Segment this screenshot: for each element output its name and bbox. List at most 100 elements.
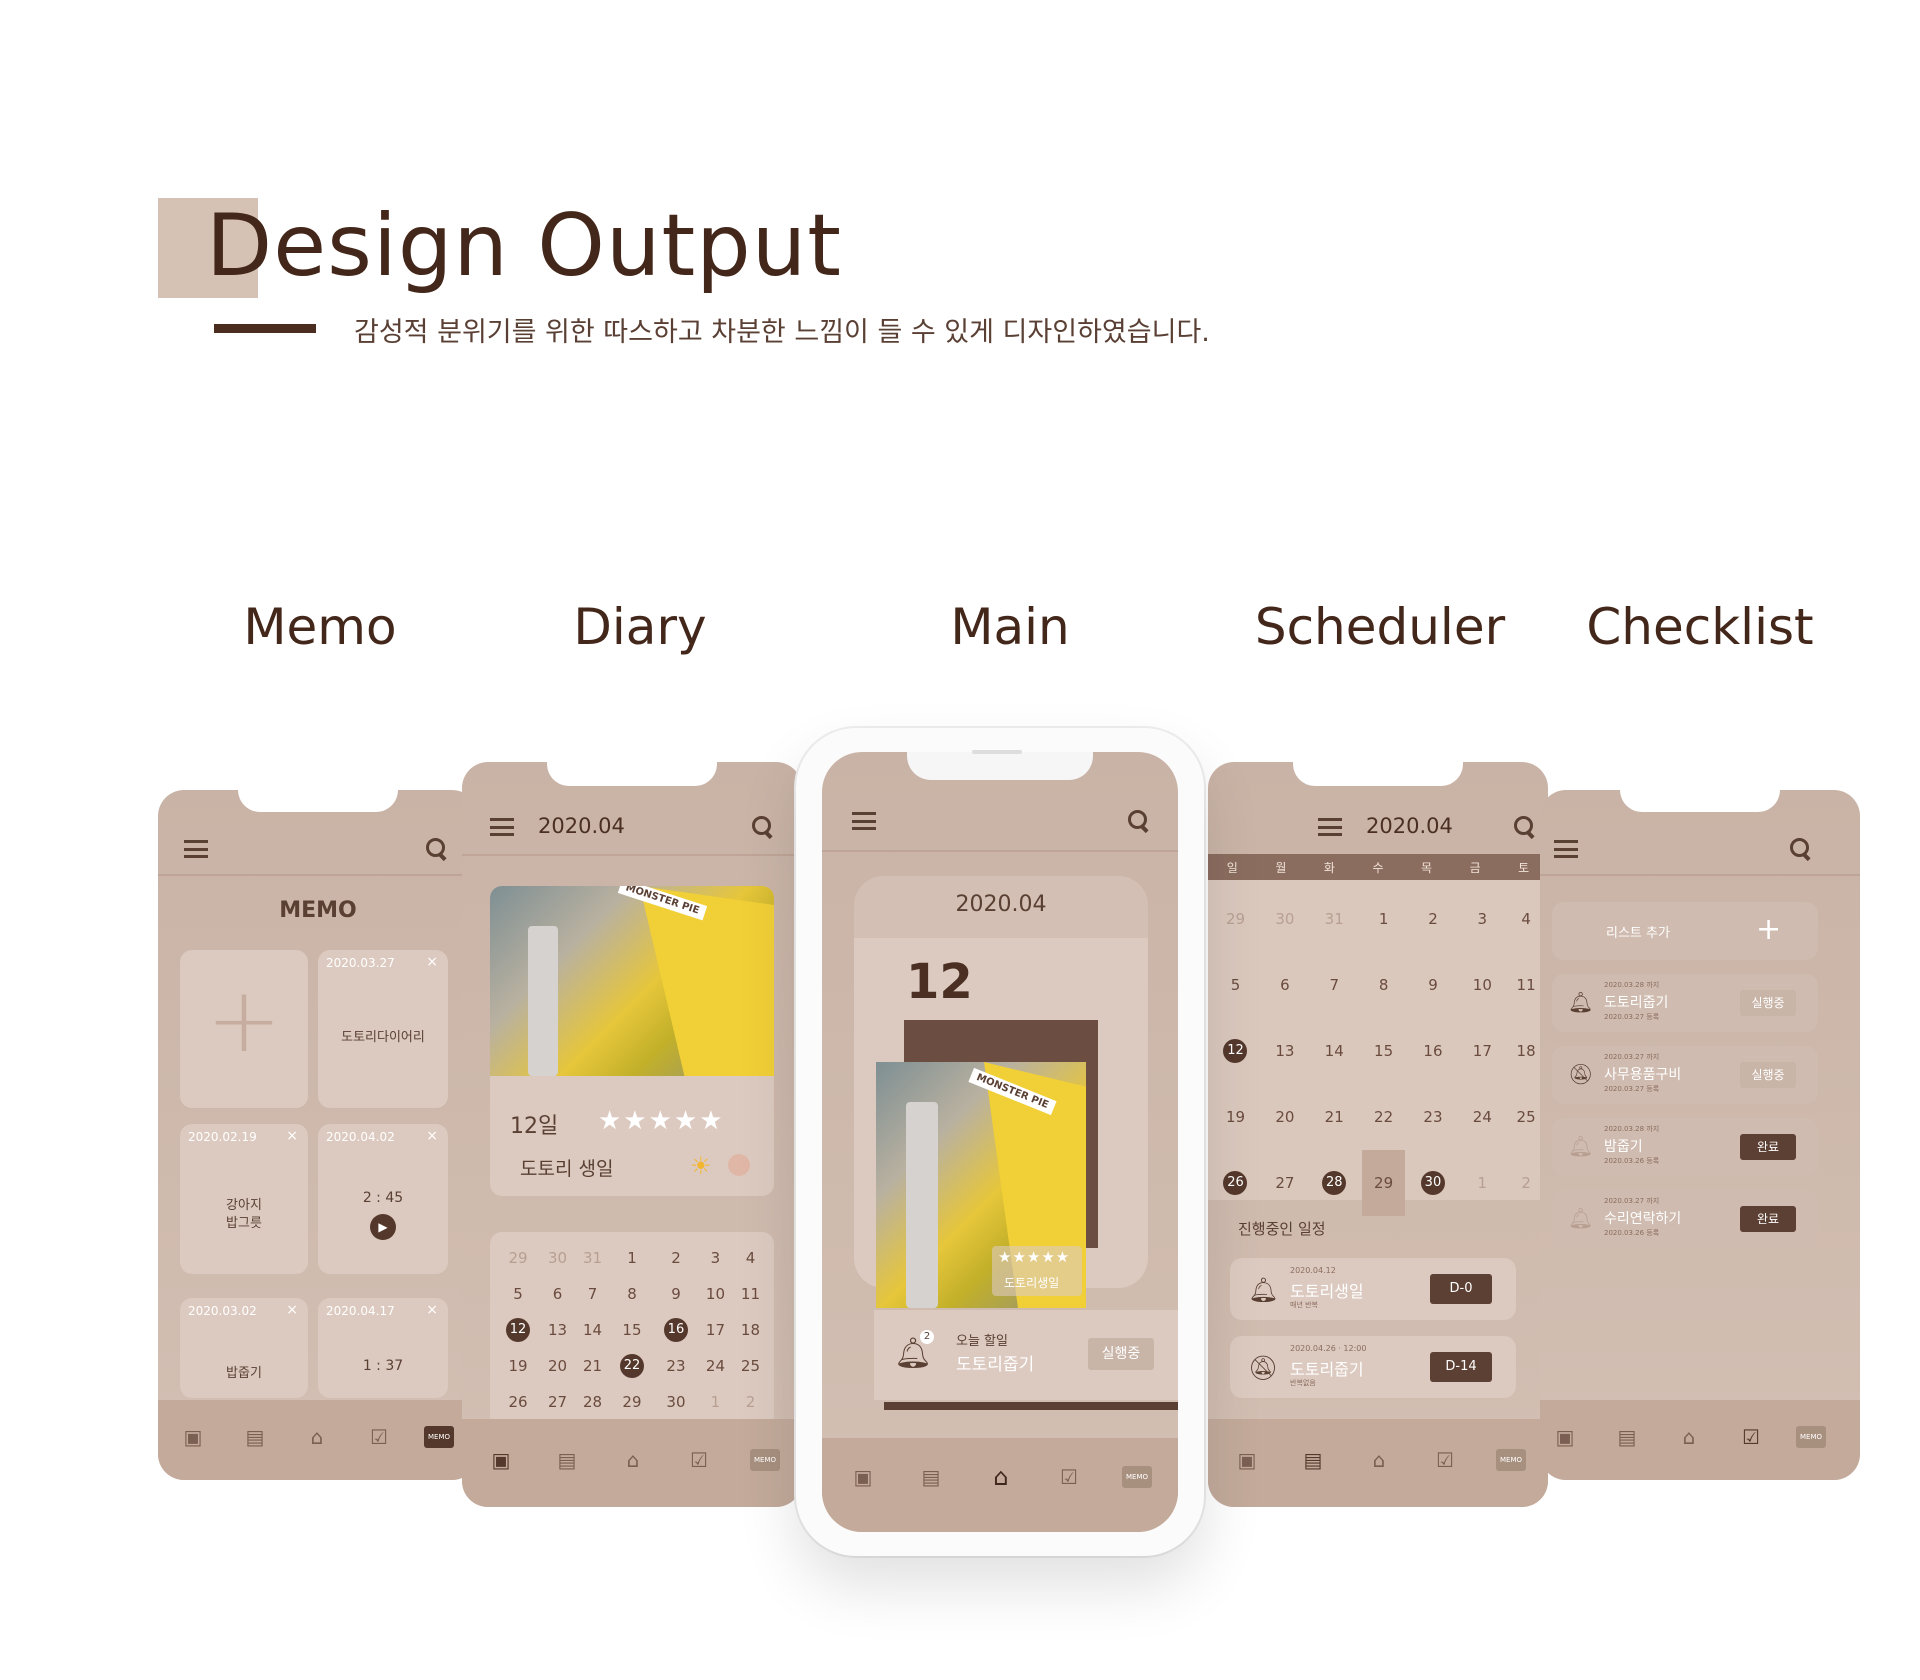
- calendar-day[interactable]: 29: [1361, 1150, 1406, 1216]
- diary-nav-icon[interactable]: ▣: [1554, 1426, 1576, 1448]
- search-icon[interactable]: [1128, 810, 1150, 832]
- calendar-day[interactable]: 30: [654, 1384, 698, 1420]
- calendar-nav-icon[interactable]: ▤: [556, 1449, 578, 1471]
- menu-icon[interactable]: [184, 840, 208, 858]
- calendar-day[interactable]: 28: [1307, 1150, 1362, 1216]
- calendar-day[interactable]: 19: [496, 1348, 540, 1384]
- calendar-day[interactable]: 2: [733, 1384, 768, 1420]
- calendar-day[interactable]: 1: [1362, 886, 1406, 952]
- calendar-day[interactable]: 17: [698, 1312, 733, 1348]
- calendar-day[interactable]: 4: [733, 1240, 768, 1276]
- event-card[interactable]: 🔕︎ 2020.04.26 · 12:00 도토리줍기 반복없음 D-14: [1230, 1336, 1516, 1398]
- calendar-day[interactable]: 26: [496, 1384, 540, 1420]
- calendar-day[interactable]: 3: [698, 1240, 733, 1276]
- calendar-day[interactable]: 8: [1362, 952, 1406, 1018]
- calendar-day[interactable]: 7: [575, 1276, 610, 1312]
- memo-nav-icon[interactable]: MEMO: [750, 1449, 780, 1471]
- calendar-day[interactable]: 31: [575, 1240, 610, 1276]
- calendar-day[interactable]: 7: [1307, 952, 1362, 1018]
- calendar-day[interactable]: 27: [1263, 1150, 1307, 1216]
- calendar-day[interactable]: 13: [540, 1312, 575, 1348]
- calendar-day[interactable]: 22: [1362, 1084, 1406, 1150]
- calendar-day[interactable]: 11: [733, 1276, 768, 1312]
- item-status-button[interactable]: 완료: [1740, 1134, 1796, 1160]
- calendar-nav-icon[interactable]: ▤: [1616, 1426, 1638, 1448]
- today-card[interactable]: 2020.04 12 MONSTER PIE ★★★★★ 도토리생일: [854, 876, 1148, 1308]
- checklist-nav-icon[interactable]: ☑: [368, 1426, 390, 1448]
- memo-card[interactable]: 2020.03.02 × 밥줍기: [180, 1298, 308, 1398]
- calendar-day[interactable]: 21: [575, 1348, 610, 1384]
- calendar-day[interactable]: 27: [540, 1384, 575, 1420]
- menu-icon[interactable]: [490, 818, 514, 836]
- calendar-day[interactable]: 28: [575, 1384, 610, 1420]
- calendar-day[interactable]: 5: [1208, 952, 1263, 1018]
- checklist-item[interactable]: 🔔︎ 2020.03.28 까지 도토리줍기 2020.03.27 등록 실행중: [1552, 974, 1818, 1032]
- close-icon[interactable]: ×: [426, 1302, 438, 1318]
- calendar-day[interactable]: 8: [610, 1276, 654, 1312]
- checklist-nav-icon[interactable]: ☑: [1058, 1466, 1080, 1488]
- checklist-nav-icon[interactable]: ☑: [688, 1449, 710, 1471]
- menu-icon[interactable]: [852, 812, 876, 830]
- checklist-item[interactable]: 🔔︎ 2020.03.28 까지 밤줍기 2020.03.26 등록 완료: [1552, 1118, 1818, 1176]
- home-nav-icon[interactable]: ⌂: [1678, 1426, 1700, 1448]
- voice-memo-card[interactable]: 2020.04.17 × 1 : 37: [318, 1298, 448, 1398]
- calendar-day[interactable]: 20: [540, 1348, 575, 1384]
- calendar-day[interactable]: 24: [698, 1348, 733, 1384]
- voice-memo-card[interactable]: 2020.04.02 × 2 : 45 ▶: [318, 1124, 448, 1274]
- calendar-day[interactable]: 9: [1405, 952, 1460, 1018]
- close-icon[interactable]: ×: [286, 1128, 298, 1144]
- close-icon[interactable]: ×: [286, 1302, 298, 1318]
- search-icon[interactable]: [426, 838, 448, 860]
- calendar-nav-icon[interactable]: ▤: [920, 1466, 942, 1488]
- checklist-item[interactable]: 🔔︎ 2020.03.27 까지 수리연락하기 2020.03.26 등록 완료: [1552, 1190, 1818, 1248]
- calendar-day[interactable]: 5: [496, 1276, 540, 1312]
- memo-nav-icon[interactable]: MEMO: [1496, 1449, 1526, 1471]
- todo-status-button[interactable]: 실행중: [1088, 1338, 1154, 1370]
- calendar-day[interactable]: 12: [1208, 1018, 1263, 1084]
- play-icon[interactable]: ▶: [370, 1214, 396, 1240]
- calendar-day[interactable]: 15: [1362, 1018, 1406, 1084]
- item-status-button[interactable]: 실행중: [1740, 990, 1796, 1016]
- memo-nav-icon[interactable]: MEMO: [424, 1426, 454, 1448]
- calendar-day[interactable]: 31: [1307, 886, 1362, 952]
- calendar-day[interactable]: 30: [540, 1240, 575, 1276]
- diary-entry-card[interactable]: MONSTER PIE 12일 ★★★★★ 도토리 생일 ☀: [490, 886, 774, 1196]
- calendar-day[interactable]: 29: [496, 1240, 540, 1276]
- item-status-button[interactable]: 실행중: [1740, 1062, 1796, 1088]
- calendar-day[interactable]: 2: [654, 1240, 698, 1276]
- event-card[interactable]: 🔔︎ 2020.04.12 도토리생일 매년 반복 D-0: [1230, 1258, 1516, 1320]
- calendar-day[interactable]: 30: [1405, 1150, 1460, 1216]
- calendar-day[interactable]: 9: [654, 1276, 698, 1312]
- diary-nav-icon[interactable]: ▣: [852, 1466, 874, 1488]
- calendar-day[interactable]: 25: [733, 1348, 768, 1384]
- calendar-day[interactable]: 17: [1460, 1018, 1504, 1084]
- calendar-day[interactable]: 26: [1208, 1150, 1263, 1216]
- calendar-day[interactable]: 10: [698, 1276, 733, 1312]
- calendar-day[interactable]: 1: [610, 1240, 654, 1276]
- diary-nav-icon[interactable]: ▣: [1236, 1449, 1258, 1471]
- search-icon[interactable]: [752, 816, 774, 838]
- checklist-item[interactable]: 🔕︎ 2020.03.27 까지 사무용품구비 2020.03.27 등록 실행…: [1552, 1046, 1818, 1104]
- rating-stars[interactable]: ★★★★★: [598, 1106, 725, 1136]
- memo-nav-icon[interactable]: MEMO: [1122, 1466, 1152, 1488]
- item-status-button[interactable]: 완료: [1740, 1206, 1796, 1232]
- calendar-day[interactable]: 2: [1405, 886, 1460, 952]
- calendar-day[interactable]: 20: [1263, 1084, 1307, 1150]
- diary-nav-icon[interactable]: ▣: [490, 1449, 512, 1471]
- calendar-day[interactable]: 6: [540, 1276, 575, 1312]
- calendar-day[interactable]: 21: [1307, 1084, 1362, 1150]
- home-nav-icon[interactable]: ⌂: [1368, 1449, 1390, 1471]
- calendar-nav-icon[interactable]: ▤: [244, 1426, 266, 1448]
- calendar-day[interactable]: 1: [698, 1384, 733, 1420]
- add-memo-button[interactable]: +: [180, 950, 308, 1108]
- memo-card[interactable]: 2020.03.27 × 도토리다이어리: [318, 950, 448, 1108]
- calendar-day[interactable]: 6: [1263, 952, 1307, 1018]
- diary-nav-icon[interactable]: ▣: [182, 1426, 204, 1448]
- calendar-day[interactable]: 15: [610, 1312, 654, 1348]
- home-nav-icon[interactable]: ⌂: [622, 1449, 644, 1471]
- memo-nav-icon[interactable]: MEMO: [1796, 1426, 1826, 1448]
- calendar-day[interactable]: 1: [1460, 1150, 1504, 1216]
- calendar-day[interactable]: 16: [1405, 1018, 1460, 1084]
- calendar-day[interactable]: 14: [1307, 1018, 1362, 1084]
- search-icon[interactable]: [1514, 816, 1536, 838]
